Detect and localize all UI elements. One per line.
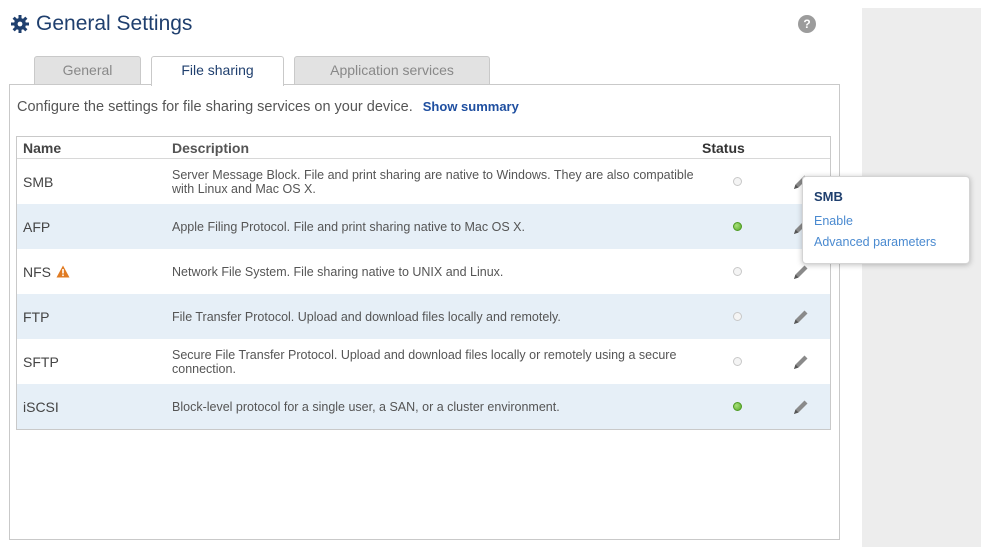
pencil-icon[interactable] <box>791 352 811 372</box>
tab-bar: General File sharing Application service… <box>34 56 500 86</box>
status-indicator <box>732 402 742 411</box>
help-icon[interactable]: ? <box>798 15 816 33</box>
table-row[interactable]: AFP Apple Filing Protocol. File and prin… <box>17 204 830 249</box>
service-description: File Transfer Protocol. Upload and downl… <box>172 309 561 324</box>
service-name-cell: NFS <box>17 264 172 280</box>
pencil-icon[interactable] <box>791 262 811 282</box>
right-side-panel <box>862 8 981 547</box>
table-header: Name Description Status <box>17 137 830 159</box>
service-name: AFP <box>23 218 51 235</box>
status-indicator <box>732 267 742 276</box>
context-menu-title: SMB <box>814 189 843 204</box>
file-sharing-panel: Configure the settings for file sharing … <box>9 84 840 540</box>
services-table: Name Description Status SMB Server Messa… <box>16 136 831 430</box>
menu-item-enable[interactable]: Enable <box>814 214 853 228</box>
page-header: General Settings <box>10 6 192 42</box>
table-row[interactable]: iSCSI Block-level protocol for a single … <box>17 384 830 429</box>
column-header-name: Name <box>23 139 62 156</box>
status-indicator <box>732 357 742 366</box>
service-description: Network File System. File sharing native… <box>172 264 504 279</box>
service-description: Server Message Block. File and print sha… <box>172 167 694 196</box>
service-name: SFTP <box>23 353 59 370</box>
gear-icon <box>11 15 29 33</box>
table-row[interactable]: NFS Network File System. File sharing na… <box>17 249 830 294</box>
service-name: NFS <box>23 263 51 280</box>
tab-application-services[interactable]: Application services <box>294 56 490 85</box>
service-description: Block-level protocol for a single user, … <box>172 399 560 414</box>
service-name: FTP <box>23 308 50 325</box>
status-indicator <box>732 177 742 186</box>
page-title: General Settings <box>36 12 193 35</box>
table-row[interactable]: SMB Server Message Block. File and print… <box>17 159 830 204</box>
column-header-status: Status <box>702 139 745 156</box>
column-header-description: Description <box>172 139 250 156</box>
smb-context-menu: SMB Enable Advanced parameters <box>802 176 970 264</box>
table-row[interactable]: FTP File Transfer Protocol. Upload and d… <box>17 294 830 339</box>
menu-item-advanced-parameters[interactable]: Advanced parameters <box>814 235 936 249</box>
warning-icon <box>56 265 70 278</box>
pencil-icon[interactable] <box>791 397 811 417</box>
pencil-icon[interactable] <box>791 307 811 327</box>
intro-line: Configure the settings for file sharing … <box>17 99 519 115</box>
service-name: SMB <box>23 173 54 190</box>
service-name: iSCSI <box>23 398 59 415</box>
tab-general[interactable]: General <box>34 56 141 85</box>
table-row[interactable]: SFTP Secure File Transfer Protocol. Uplo… <box>17 339 830 384</box>
service-description: Apple Filing Protocol. File and print sh… <box>172 219 525 234</box>
service-description: Secure File Transfer Protocol. Upload an… <box>172 347 677 376</box>
tab-file-sharing[interactable]: File sharing <box>151 56 284 86</box>
status-indicator <box>732 312 742 321</box>
intro-text: Configure the settings for file sharing … <box>17 99 413 115</box>
show-summary-link[interactable]: Show summary <box>423 99 519 114</box>
status-indicator <box>732 222 742 231</box>
